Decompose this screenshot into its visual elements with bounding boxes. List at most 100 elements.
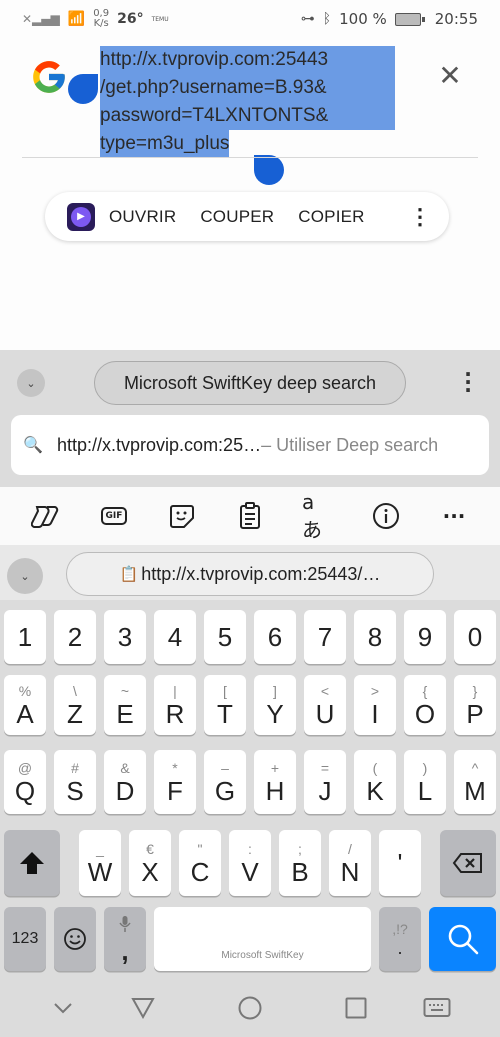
key-9[interactable]: 9 <box>404 610 446 664</box>
key-j[interactable]: = J <box>304 750 346 814</box>
clipboard-paste-button[interactable]: 📋 http://x.tvprovip.com:25443/… <box>66 552 434 596</box>
key-q[interactable]: @ Q <box>4 750 46 814</box>
key-i[interactable]: > I <box>354 675 396 735</box>
home-icon[interactable] <box>238 996 262 1020</box>
key-secondary-label: } <box>472 682 478 699</box>
clipboard-suggestion-row: ⌄ 📋 http://x.tvprovip.com:25443/… <box>0 545 500 600</box>
open-with-app-icon[interactable]: ▶ <box>67 202 95 231</box>
keyboard-switch-icon[interactable] <box>423 997 451 1019</box>
key-e[interactable]: ~ E <box>104 675 146 735</box>
collapse-chevron-icon[interactable]: ⌄ <box>17 369 45 397</box>
more-options-icon[interactable]: ⋮ <box>409 205 431 228</box>
key-apostrophe[interactable]: ' <box>379 830 421 896</box>
backspace-icon <box>452 853 482 873</box>
key-label: N <box>340 856 360 887</box>
recents-icon[interactable] <box>345 997 367 1019</box>
selection-handle-start[interactable] <box>68 74 98 104</box>
more-tools-icon[interactable]: ··· <box>438 500 470 532</box>
key-h[interactable]: + H <box>254 750 296 814</box>
key-secondary-label: | <box>173 682 177 699</box>
network-speed: 0,9 K/s <box>93 9 109 29</box>
comma-mic-key[interactable]: , <box>104 907 146 971</box>
signal-icon: ✕▂▄▆ <box>22 12 60 26</box>
deep-search-menu-icon[interactable]: · · · <box>460 364 476 400</box>
key-label: 5 <box>217 622 233 652</box>
key-6[interactable]: 6 <box>254 610 296 664</box>
backspace-key[interactable] <box>440 830 496 896</box>
search-key[interactable] <box>429 907 496 971</box>
key-s[interactable]: # S <box>54 750 96 814</box>
key-label: L <box>417 775 433 806</box>
gif-icon[interactable]: GIF <box>98 500 130 532</box>
key-1[interactable]: 1 <box>4 610 46 664</box>
clipboard-text: http://x.tvprovip.com:25443/… <box>141 563 381 584</box>
key-g[interactable]: – G <box>204 750 246 814</box>
search-input[interactable]: http://x.tvprovip.com:25443 /get.php?use… <box>100 46 395 158</box>
key-x[interactable]: € X <box>129 830 171 896</box>
hide-keyboard-icon[interactable] <box>52 1001 74 1015</box>
key-u[interactable]: < U <box>304 675 346 735</box>
key-l[interactable]: ) L <box>404 750 446 814</box>
deep-search-row: ⌄ Microsoft SwiftKey deep search · · · <box>0 358 500 406</box>
navigation-bar <box>0 987 500 1037</box>
clock: 20:55 <box>434 10 478 28</box>
speed-unit: K/s <box>93 18 109 29</box>
key-label: H <box>265 775 285 806</box>
key-k[interactable]: (K <box>354 750 396 814</box>
key-secondary-label: @ <box>17 759 33 776</box>
key-2[interactable]: 2 <box>54 610 96 664</box>
key-label: W <box>87 856 113 887</box>
key-a[interactable]: % A <box>4 675 46 735</box>
selection-handle-end[interactable] <box>254 155 284 185</box>
key-label: Y <box>266 698 284 729</box>
text-selection-menu: ▶ OUVRIR COUPER COPIER ⋮ <box>45 192 449 241</box>
period-key[interactable]: ,!?. <box>379 907 421 971</box>
copy-button[interactable]: COPIER <box>298 207 364 227</box>
key-secondary-label: – <box>221 759 229 776</box>
key-y[interactable]: ] Y <box>254 675 296 735</box>
spacebar[interactable]: Microsoft SwiftKey <box>154 907 371 971</box>
expand-chevron-icon[interactable]: ⌄ <box>7 558 43 594</box>
copilot-icon[interactable] <box>30 500 62 532</box>
key-w[interactable]: _ W <box>79 830 121 896</box>
key-o[interactable]: {O <box>404 675 446 735</box>
key-secondary-label: / <box>348 840 352 857</box>
deep-search-button[interactable]: Microsoft SwiftKey deep search <box>94 361 406 405</box>
clipboard-icon[interactable] <box>234 500 266 532</box>
translate-icon[interactable]: aあ <box>302 490 334 542</box>
key-z[interactable]: \ Z <box>54 675 96 735</box>
key-label: V <box>241 856 259 887</box>
back-icon[interactable] <box>131 997 155 1019</box>
sticker-icon[interactable] <box>166 500 198 532</box>
key-8[interactable]: 8 <box>354 610 396 664</box>
key-3[interactable]: 3 <box>104 610 146 664</box>
key-c[interactable]: " C <box>179 830 221 896</box>
key-n[interactable]: / N <box>329 830 371 896</box>
key-secondary-label: < <box>320 682 330 699</box>
key-secondary-label: % <box>18 682 32 699</box>
key-d[interactable]: & D <box>104 750 146 814</box>
cut-button[interactable]: COUPER <box>200 207 274 227</box>
key-label: 4 <box>167 622 183 652</box>
emoji-key[interactable] <box>54 907 96 971</box>
key-5[interactable]: 5 <box>204 610 246 664</box>
key-t[interactable]: [T <box>204 675 246 735</box>
info-icon[interactable] <box>370 500 402 532</box>
key-f[interactable]: * F <box>154 750 196 814</box>
shift-key[interactable] <box>4 830 60 896</box>
number-switch-key[interactable]: 123 <box>4 907 46 971</box>
key-label: 8 <box>367 622 383 652</box>
key-v[interactable]: :V <box>229 830 271 896</box>
key-7[interactable]: 7 <box>304 610 346 664</box>
key-b[interactable]: ; B <box>279 830 321 896</box>
open-button[interactable]: OUVRIR <box>109 207 176 227</box>
clear-search-button[interactable]: ✕ <box>436 62 464 90</box>
key-secondary-label: ,!? <box>392 920 408 937</box>
key-p[interactable]: } P <box>454 675 496 735</box>
key-r[interactable]: | R <box>154 675 196 735</box>
key-4[interactable]: 4 <box>154 610 196 664</box>
key-0[interactable]: 0 <box>454 610 496 664</box>
key-label: 0 <box>467 622 483 652</box>
deep-search-suggestion[interactable]: 🔍 http://x.tvprovip.com:25… – Utiliser D… <box>11 415 489 475</box>
key-m[interactable]: ^ M <box>454 750 496 814</box>
